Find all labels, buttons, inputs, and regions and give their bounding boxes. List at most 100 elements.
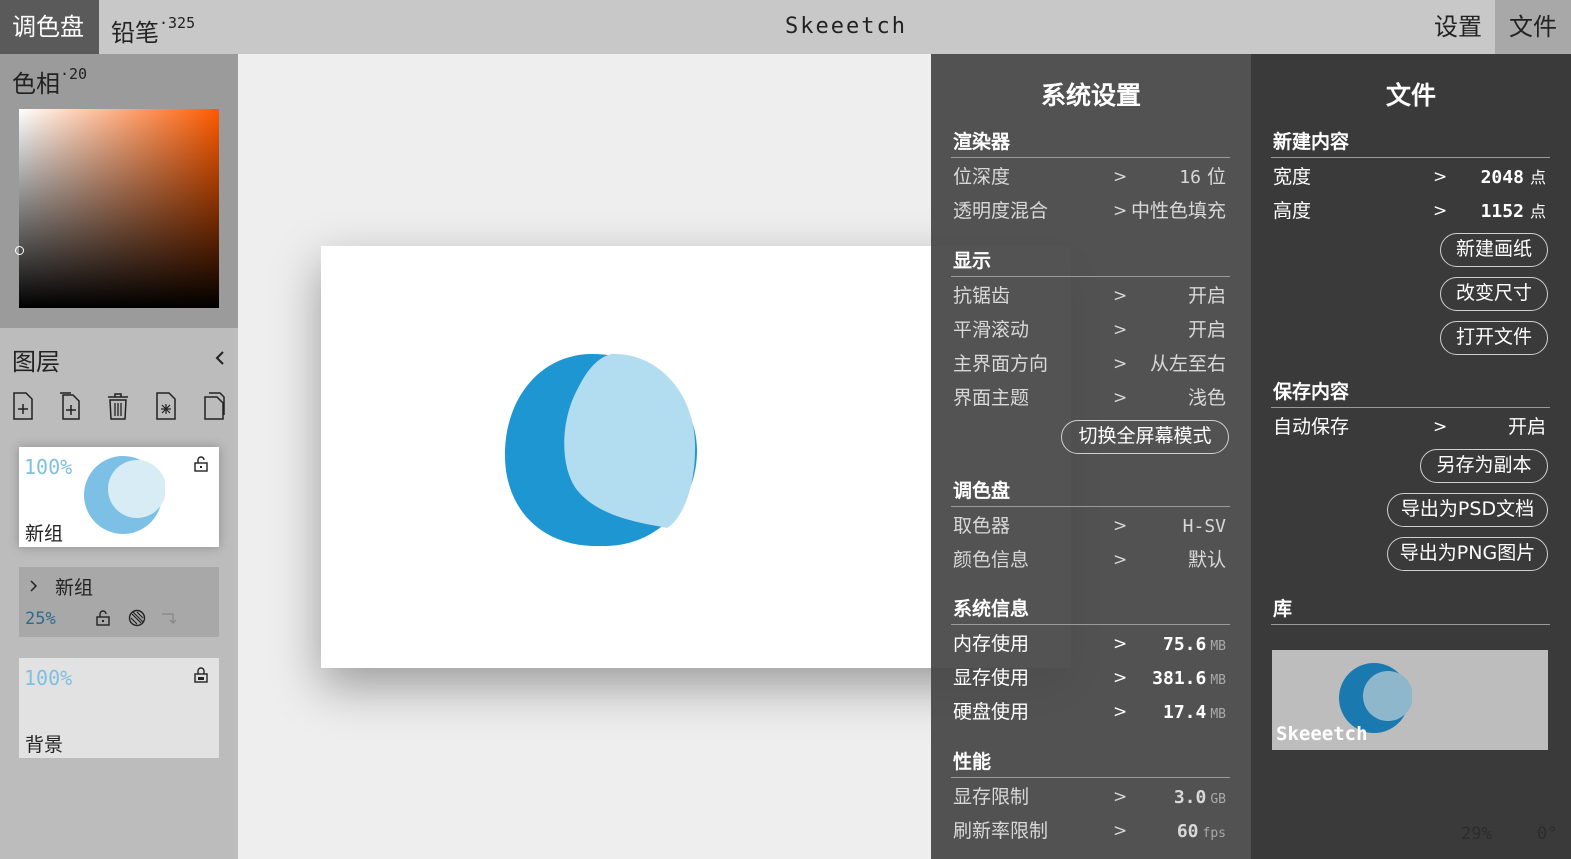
setting-unit: MB [1210,639,1226,654]
setting-label: 高度 [1273,200,1312,222]
blend-mode-icon[interactable] [128,609,146,627]
setting-value: 1152 [1480,201,1524,222]
setting-value: 开启 [1187,285,1226,307]
new-layer-icon[interactable] [12,392,34,420]
system-settings-panel: 系统设置 渲染器 位深度 >16 位 透明度混合 > 中性色填充 显示 抗锯齿 > 开启 … [931,54,1251,859]
vram-limit-setting[interactable]: 显存限制 >3.0 GB [951,782,1230,812]
group-opacity: 25% [25,609,56,629]
layer-item[interactable]: 100% 背景 [19,658,219,758]
setting-label: 抗锯齿 [953,285,1011,307]
memory-usage-row: 内存使用 >75.6 MB [951,629,1230,659]
setting-unit: MB [1210,673,1226,688]
setting-label: 硬盘使用 [953,701,1030,723]
setting-label: 界面主题 [953,387,1030,409]
merge-layer-icon[interactable] [203,392,225,420]
arrow-icon: > [1113,702,1128,722]
setting-unit: 点 [1529,202,1546,221]
layers-title: 图层 [12,348,60,376]
color-info-setting[interactable]: 颜色信息 > 默认 [951,545,1230,575]
setting-value: 开启 [1187,319,1226,341]
bit-depth-setting[interactable]: 位深度 >16 位 [951,162,1230,192]
setting-label: 自动保存 [1273,416,1350,438]
setting-value: 2048 [1480,167,1524,188]
top-bar: 调色盘 铅笔·325 Skeeetch 设置 文件 [0,0,1571,54]
arrow-icon: > [1433,417,1448,437]
arrow-icon: > [1113,167,1128,187]
hue-label-text: 色相 [12,70,60,98]
setting-label: 位深度 [953,166,1011,188]
save-copy-button[interactable]: 另存为副本 [1420,449,1548,483]
setting-value: 3.0 [1173,787,1207,808]
expand-chevron-icon[interactable] [29,579,39,593]
collapse-chevron-icon[interactable] [210,346,230,370]
new-paper-button[interactable]: 新建画纸 [1440,233,1548,267]
layer-opacity: 100% [24,455,73,479]
system-info-section: 系统信息 [951,595,1230,625]
vram-usage-row: 显存使用 >381.6 MB [951,663,1230,693]
layer-thumbnail [84,456,165,534]
layer-group-item[interactable]: 新组 25% [19,567,219,637]
setting-label: 平滑滚动 [953,319,1030,341]
ui-theme-setting[interactable]: 界面主题 > 浅色 [951,383,1230,413]
arrow-icon: > [1113,550,1128,570]
saturation-value-picker[interactable] [19,109,219,308]
alpha-blend-setting[interactable]: 透明度混合 > 中性色填充 [951,196,1230,226]
setting-label: 宽度 [1273,166,1312,188]
library-item-caption: Skeeetch [1276,723,1368,745]
ui-direction-setting[interactable]: 主界面方向 > 从左至右 [951,349,1230,379]
setting-unit: 位 [1206,166,1226,188]
width-setting[interactable]: 宽度 >2048 点 [1271,162,1550,192]
pencil-size: 325 [168,14,196,32]
layer-name: 新组 [25,523,64,545]
setting-label: 显存使用 [953,667,1030,689]
open-file-button[interactable]: 打开文件 [1440,321,1548,355]
color-picker-setting[interactable]: 取色器 > H-SV [951,511,1230,541]
antialias-setting[interactable]: 抗锯齿 > 开启 [951,281,1230,311]
color-picker-handle[interactable] [15,246,24,255]
settings-tab[interactable]: 设置 [1421,0,1495,54]
arrow-icon: > [1113,634,1128,654]
height-setting[interactable]: 高度 >1152 点 [1271,196,1550,226]
new-content-section: 新建内容 [1271,128,1550,158]
fps-limit-setting[interactable]: 刷新率限制 >60 fps [951,816,1230,846]
setting-label: 透明度混合 [953,200,1049,222]
layer-item[interactable]: 100% 新组 [19,447,219,547]
setting-unit: MB [1210,707,1226,722]
resize-button[interactable]: 改变尺寸 [1440,277,1548,311]
renderer-section: 渲染器 [951,128,1230,158]
setting-label: 刷新率限制 [953,820,1049,842]
app-title: Skeeetch [785,14,907,39]
arrow-icon: > [1113,821,1128,841]
drawing-moon [504,353,697,547]
clip-mask-icon[interactable] [161,610,179,626]
palette-section: 调色盘 [951,477,1230,507]
unlock-icon[interactable] [95,610,111,626]
group-name: 新组 [55,577,94,599]
new-group-icon[interactable] [59,392,81,420]
setting-value: 浅色 [1187,387,1226,409]
autosave-setting[interactable]: 自动保存 > 开启 [1271,412,1550,442]
settings-title: 系统设置 [1040,81,1141,110]
setting-value: 60 [1176,821,1199,842]
arrow-icon: > [1113,668,1128,688]
setting-value: 从左至右 [1149,353,1226,375]
arrow-icon: > [1433,167,1448,187]
pencil-tool-tab[interactable]: 铅笔·325 [99,0,207,54]
delete-layer-icon[interactable] [107,392,129,420]
unlock-icon[interactable] [193,456,209,472]
smooth-scroll-setting[interactable]: 平滑滚动 > 开启 [951,315,1230,345]
arrow-icon: > [1113,286,1128,306]
setting-label: 显存限制 [953,786,1030,808]
file-tab[interactable]: 文件 [1495,0,1571,54]
setting-label: 取色器 [953,515,1011,537]
export-png-button[interactable]: 导出为PNG图片 [1387,537,1548,571]
fullscreen-toggle-button[interactable]: 切换全屏幕模式 [1061,420,1229,454]
lock-icon[interactable] [193,667,209,683]
clear-layer-icon[interactable] [155,392,177,420]
setting-value: 默认 [1187,549,1226,571]
palette-tab[interactable]: 调色盘 [0,0,99,54]
export-psd-button[interactable]: 导出为PSD文档 [1387,493,1548,527]
setting-unit: fps [1202,826,1226,841]
arrow-icon: > [1113,201,1128,221]
setting-value: 75.6 [1162,634,1207,655]
